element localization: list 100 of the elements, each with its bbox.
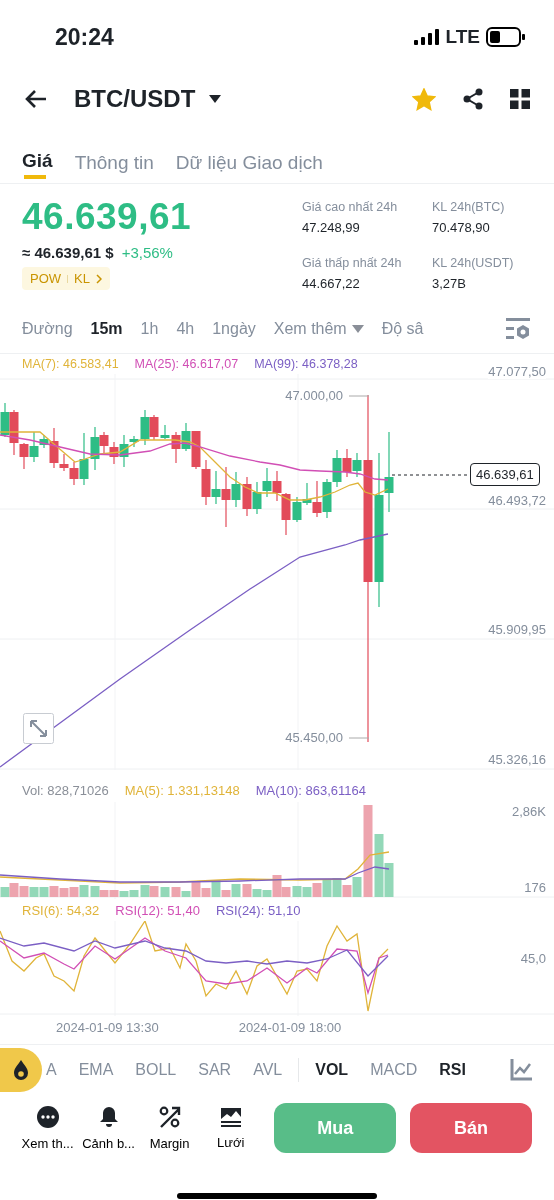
volume-legend: MA(5): 1.331,13148 bbox=[124, 782, 240, 798]
candlestick bbox=[109, 441, 119, 465]
candlestick bbox=[191, 430, 201, 470]
stat-label: KL 24h(BTC) bbox=[432, 200, 506, 214]
ma-legend: MA(25): 46.617,07 bbox=[134, 357, 239, 371]
time-axis-label: 2024-01-09 18:00 bbox=[238, 1019, 342, 1035]
last-price: 46.639,61 bbox=[22, 196, 192, 238]
indicator-tab[interactable]: BOLL bbox=[135, 1061, 177, 1079]
buy-button[interactable]: Mua bbox=[274, 1103, 397, 1153]
candlestick bbox=[342, 448, 352, 478]
price-axis-label: 45.909,95 bbox=[488, 622, 546, 637]
volume-bar bbox=[29, 887, 39, 897]
grid-chart-icon bbox=[219, 1106, 242, 1127]
volume-bar bbox=[59, 888, 69, 897]
volume-bar bbox=[19, 886, 29, 897]
volume-bar bbox=[160, 887, 170, 897]
candlestick bbox=[0, 402, 10, 438]
rsi-legend: RSI(6): 54,32 bbox=[22, 902, 100, 918]
volume-bar bbox=[322, 879, 332, 897]
caret-icon[interactable] bbox=[209, 95, 222, 103]
more-icon bbox=[36, 1105, 59, 1128]
stat-label: Giá cao nhất 24h bbox=[302, 200, 399, 214]
indicator-tab[interactable]: AVL bbox=[253, 1061, 283, 1079]
pair-title[interactable]: BTC/USDT bbox=[74, 85, 196, 113]
sell-button[interactable]: Bán bbox=[410, 1103, 532, 1153]
volume-bar bbox=[302, 887, 312, 897]
interval-tab[interactable]: 1ngày bbox=[212, 319, 256, 338]
high-price-label: 47.000,00 bbox=[285, 388, 343, 403]
chart-settings-icon[interactable] bbox=[506, 316, 532, 341]
volume-bar bbox=[0, 887, 10, 897]
price-axis-label: 46.493,72 bbox=[488, 493, 546, 508]
price-axis-label: 47.077,50 bbox=[488, 364, 546, 379]
signal-icon bbox=[413, 29, 440, 45]
rsi-axis-label: 45,0 bbox=[520, 951, 546, 966]
low-price-label: 45.450,00 bbox=[285, 730, 343, 745]
price-axis-label: 45.326,16 bbox=[488, 752, 546, 767]
interval-tab[interactable]: Đường bbox=[22, 319, 73, 338]
volume-bar bbox=[312, 883, 322, 897]
volume-bar bbox=[49, 886, 59, 897]
indicator-tab[interactable]: EMA bbox=[78, 1061, 114, 1079]
battery-icon bbox=[486, 27, 526, 47]
ma-legend: MA(99): 46.378,28 bbox=[254, 357, 358, 371]
price-change: +3,56% bbox=[121, 244, 173, 261]
drop-icon bbox=[12, 1059, 30, 1081]
volume-axis-label: 176 bbox=[524, 880, 546, 895]
stat-value: 47.248,99 bbox=[302, 220, 361, 235]
action-item[interactable]: Lưới bbox=[201, 1106, 261, 1150]
interval-tab[interactable]: Xem thêm bbox=[273, 319, 364, 338]
volume-bar bbox=[39, 887, 49, 897]
volume-bar bbox=[9, 883, 19, 897]
status-time: 20:24 bbox=[55, 23, 114, 51]
indicator-tab[interactable]: A bbox=[46, 1061, 57, 1079]
chart-indicator-icon[interactable] bbox=[510, 1059, 532, 1081]
volume-bar bbox=[79, 885, 89, 897]
candlestick bbox=[252, 481, 262, 515]
page-tab[interactable]: Thông tin bbox=[74, 142, 154, 183]
rsi-legend: RSI(12): 51,40 bbox=[115, 902, 200, 918]
chevron-icon bbox=[95, 273, 102, 284]
back-arrow-icon[interactable] bbox=[24, 89, 48, 109]
page-tab[interactable]: Dữ liệu Giao dịch bbox=[175, 142, 323, 183]
interval-tab[interactable]: Độ sâ bbox=[381, 319, 424, 338]
stat-label: KL 24h(USDT) bbox=[432, 256, 515, 270]
action-item[interactable]: Cảnh b... bbox=[79, 1105, 139, 1151]
indicator-tab[interactable]: MACD bbox=[370, 1061, 418, 1079]
share-icon[interactable] bbox=[462, 88, 484, 110]
interval-tab[interactable]: 4h bbox=[176, 319, 195, 338]
indicator-tab[interactable]: VOL bbox=[315, 1061, 349, 1079]
candlestick bbox=[242, 476, 252, 517]
floating-button[interactable] bbox=[0, 1048, 42, 1092]
action-item[interactable]: Margin bbox=[140, 1105, 200, 1151]
time-axis-label: 2024-01-09 13:30 bbox=[56, 1019, 159, 1035]
interval-tab[interactable]: 1h bbox=[140, 319, 159, 338]
stat-value: 70.478,90 bbox=[432, 220, 491, 235]
star-icon[interactable] bbox=[412, 87, 436, 111]
last-price-tag: 46.639,61 bbox=[470, 463, 540, 486]
interval-tab[interactable]: 15m bbox=[90, 319, 123, 338]
indicator-tab[interactable]: SAR bbox=[198, 1061, 232, 1079]
bell-icon bbox=[98, 1105, 119, 1128]
grid-icon[interactable] bbox=[510, 89, 530, 109]
indicator-tab[interactable]: RSI bbox=[439, 1061, 466, 1079]
leader-line bbox=[348, 395, 370, 397]
tag-chip[interactable]: POW KL bbox=[22, 267, 110, 290]
candlestick bbox=[322, 478, 332, 519]
candlestick bbox=[262, 467, 272, 498]
fiat-price: ≈ 46.639,61 $ bbox=[22, 244, 114, 261]
ma-legend: MA(7): 46.583,41 bbox=[22, 357, 119, 371]
network-label: LTE bbox=[445, 26, 480, 48]
volume-bar bbox=[292, 886, 302, 897]
volume-axis-label: 2,86K bbox=[512, 804, 546, 819]
caret-icon bbox=[351, 324, 364, 333]
candlestick bbox=[272, 470, 282, 502]
stat-label: Giá thấp nhất 24h bbox=[302, 256, 403, 270]
candlestick bbox=[181, 422, 191, 452]
candlestick bbox=[332, 449, 342, 488]
expand-icon[interactable] bbox=[23, 713, 54, 744]
leader-line bbox=[348, 737, 370, 739]
volume-legend: MA(10): 863,61164 bbox=[255, 782, 366, 798]
rsi-legend: RSI(24): 51,10 bbox=[215, 902, 301, 918]
action-item[interactable]: Xem th... bbox=[18, 1105, 78, 1151]
stat-value: 3,27B bbox=[432, 276, 467, 291]
